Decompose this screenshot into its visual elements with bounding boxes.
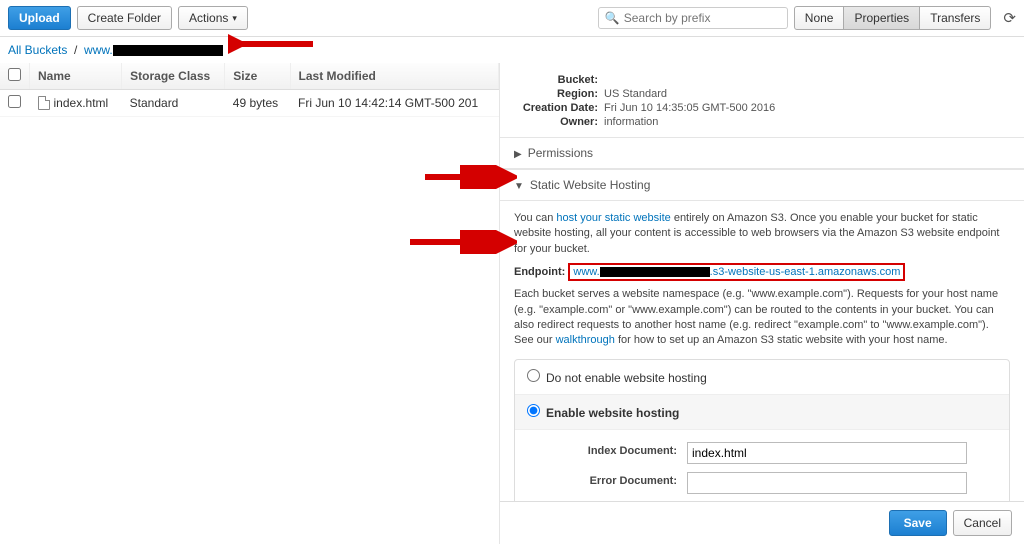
view-tabs: None Properties Transfers (794, 6, 992, 30)
index-document-label: Index Document: (527, 442, 687, 457)
radio-enable[interactable] (527, 404, 540, 417)
radio-disable[interactable] (527, 369, 540, 382)
cancel-button[interactable]: Cancel (953, 510, 1012, 536)
section-permissions[interactable]: ▶ Permissions (500, 137, 1024, 169)
error-document-label: Error Document: (527, 472, 687, 487)
bucket-properties: Bucket: Region:US Standard Creation Date… (500, 63, 1024, 137)
static-hosting-label: Static Website Hosting (530, 178, 651, 192)
create-folder-button[interactable]: Create Folder (77, 6, 172, 30)
redacted-endpoint-host (600, 267, 710, 277)
toolbar: Upload Create Folder Actions ▾ 🔍 None Pro… (0, 0, 1024, 37)
row-checkbox[interactable] (8, 95, 21, 108)
col-size[interactable]: Size (225, 63, 290, 90)
bucket-prefix: www. (84, 43, 113, 57)
tab-transfers[interactable]: Transfers (920, 6, 991, 30)
swh-description: Each bucket serves a website namespace (… (514, 287, 1010, 349)
search-icon: 🔍 (605, 11, 620, 25)
file-panel: Name Storage Class Size Last Modified in… (0, 63, 500, 544)
content: Name Storage Class Size Last Modified in… (0, 63, 1024, 544)
chevron-right-icon: ▶ (514, 149, 522, 160)
endpoint-row: Endpoint: www. .s3-website-us-east-1.ama… (514, 263, 1010, 281)
col-storage-class[interactable]: Storage Class (122, 63, 225, 90)
files-table: Name Storage Class Size Last Modified in… (0, 63, 499, 117)
search-input[interactable] (624, 11, 781, 25)
region-value: US Standard (604, 88, 667, 100)
upload-button[interactable]: Upload (8, 6, 71, 30)
panel-footer: Save Cancel (500, 501, 1024, 544)
error-document-input[interactable] (687, 472, 967, 494)
owner-value: information (604, 116, 658, 128)
breadcrumb-all-buckets[interactable]: All Buckets (8, 43, 67, 57)
permissions-label: Permissions (528, 146, 593, 160)
chevron-down-icon: ▼ (514, 181, 524, 192)
owner-label: Owner: (514, 116, 604, 128)
refresh-icon[interactable]: ⟳ (1003, 9, 1016, 27)
properties-panel: Bucket: Region:US Standard Creation Date… (500, 63, 1024, 544)
file-size: 49 bytes (225, 90, 290, 117)
breadcrumb: All Buckets / www. (0, 37, 1024, 63)
tab-none[interactable]: None (794, 6, 845, 30)
select-all-checkbox[interactable] (8, 68, 21, 81)
file-last-modified: Fri Jun 10 14:42:14 GMT-500 201 (290, 90, 498, 117)
file-name: index.html (54, 96, 109, 110)
option-enable-hosting[interactable]: Enable website hosting (515, 395, 1009, 430)
section-static-website-hosting[interactable]: ▼ Static Website Hosting (500, 169, 1024, 201)
table-row[interactable]: index.html Standard 49 bytes Fri Jun 10 … (0, 90, 499, 117)
swh-intro: You can host your static website entirel… (514, 211, 1010, 257)
actions-dropdown[interactable]: Actions ▾ (178, 6, 248, 30)
region-label: Region: (514, 88, 604, 100)
creation-date-label: Creation Date: (514, 102, 604, 114)
tab-properties[interactable]: Properties (844, 6, 920, 30)
host-static-website-link[interactable]: host your static website (556, 212, 670, 224)
walkthrough-link[interactable]: walkthrough (556, 334, 615, 346)
static-hosting-body: You can host your static website entirel… (500, 201, 1024, 544)
search-box[interactable]: 🔍 (598, 7, 788, 29)
breadcrumb-bucket[interactable]: www. (84, 43, 223, 57)
save-button[interactable]: Save (889, 510, 947, 536)
bucket-label: Bucket: (514, 74, 604, 86)
redacted-bucket-name (113, 45, 223, 56)
actions-label: Actions (189, 11, 228, 25)
endpoint-link[interactable]: www. .s3-website-us-east-1.amazonaws.com (573, 266, 900, 278)
chevron-down-icon: ▾ (232, 13, 237, 24)
index-document-input[interactable] (687, 442, 967, 464)
option-disable-hosting[interactable]: Do not enable website hosting (515, 360, 1009, 395)
col-last-modified[interactable]: Last Modified (290, 63, 498, 90)
col-name[interactable]: Name (30, 63, 122, 90)
endpoint-label: Endpoint: (514, 266, 565, 278)
file-icon (38, 96, 50, 110)
endpoint-box: www. .s3-website-us-east-1.amazonaws.com (568, 263, 905, 281)
file-storage-class: Standard (122, 90, 225, 117)
creation-date-value: Fri Jun 10 14:35:05 GMT-500 2016 (604, 102, 775, 114)
